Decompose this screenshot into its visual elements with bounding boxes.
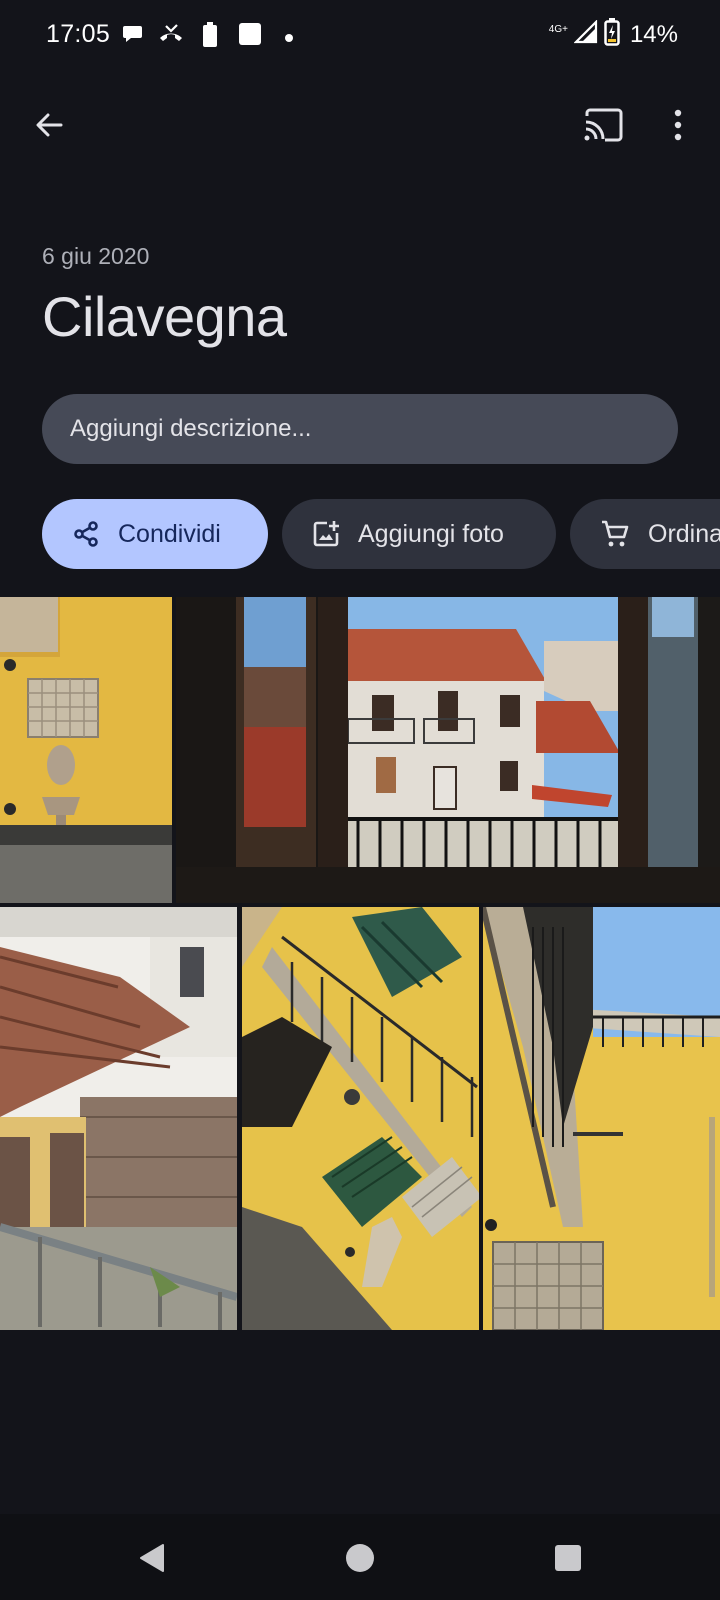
status-bar: 17:05 4G+ 14% [0, 0, 720, 72]
battery-small-icon [202, 22, 218, 53]
photo-yellow-facade-sky[interactable] [483, 907, 720, 1330]
screen: 17:05 4G+ 14% 6 giu 2020 Cilavegna Aggiu… [0, 0, 720, 1600]
back-button[interactable] [21, 97, 77, 153]
description-field[interactable] [42, 394, 678, 464]
cast-icon [584, 108, 623, 142]
nav-home-icon [346, 1544, 374, 1572]
cast-button[interactable] [575, 97, 631, 153]
more-vert-icon [674, 109, 682, 141]
album-title[interactable]: Cilavegna [42, 284, 287, 349]
nav-back-button[interactable] [122, 1528, 182, 1588]
more-options-button[interactable] [650, 97, 706, 153]
album-date: 6 giu 2020 [42, 243, 150, 269]
arrow-back-icon [36, 113, 63, 137]
shopping-cart-icon [602, 520, 629, 547]
photo-yellow-house-balcony[interactable] [242, 907, 479, 1330]
missed-call-icon [158, 22, 184, 51]
order-button[interactable]: Ordina [570, 499, 720, 569]
nav-recents-button[interactable] [538, 1528, 598, 1588]
system-nav-bar [0, 1514, 720, 1600]
add-photo-icon [313, 521, 339, 547]
nav-back-icon [140, 1544, 164, 1572]
square-notification-icon [238, 22, 262, 51]
more-notifications-dot-icon [284, 30, 294, 48]
battery-percentage: 14% [629, 20, 678, 48]
status-time: 17:05 [46, 20, 111, 48]
signal-icon [573, 19, 598, 49]
photo-window-view-houses[interactable] [176, 597, 720, 903]
battery-icon [604, 18, 620, 51]
add-photo-button[interactable]: Aggiungi foto [282, 499, 556, 569]
nav-recents-icon [555, 1545, 581, 1571]
network-type: 4G+ [548, 23, 568, 35]
chat-notification-icon [122, 22, 146, 51]
share-label: Condividi [118, 519, 221, 548]
order-label: Ordina [648, 519, 720, 548]
share-button[interactable]: Condividi [42, 499, 268, 569]
share-icon [74, 521, 98, 547]
photo-tiled-roof-gate[interactable] [0, 907, 237, 1330]
action-chips: Condividi Aggiungi foto Ordina [0, 499, 720, 569]
app-bar [0, 90, 720, 162]
photo-yellow-wall-fountain[interactable] [0, 597, 172, 903]
status-right: 4G+ 14% [549, 18, 678, 51]
nav-home-button[interactable] [330, 1528, 390, 1588]
add-photo-label: Aggiungi foto [358, 519, 504, 548]
